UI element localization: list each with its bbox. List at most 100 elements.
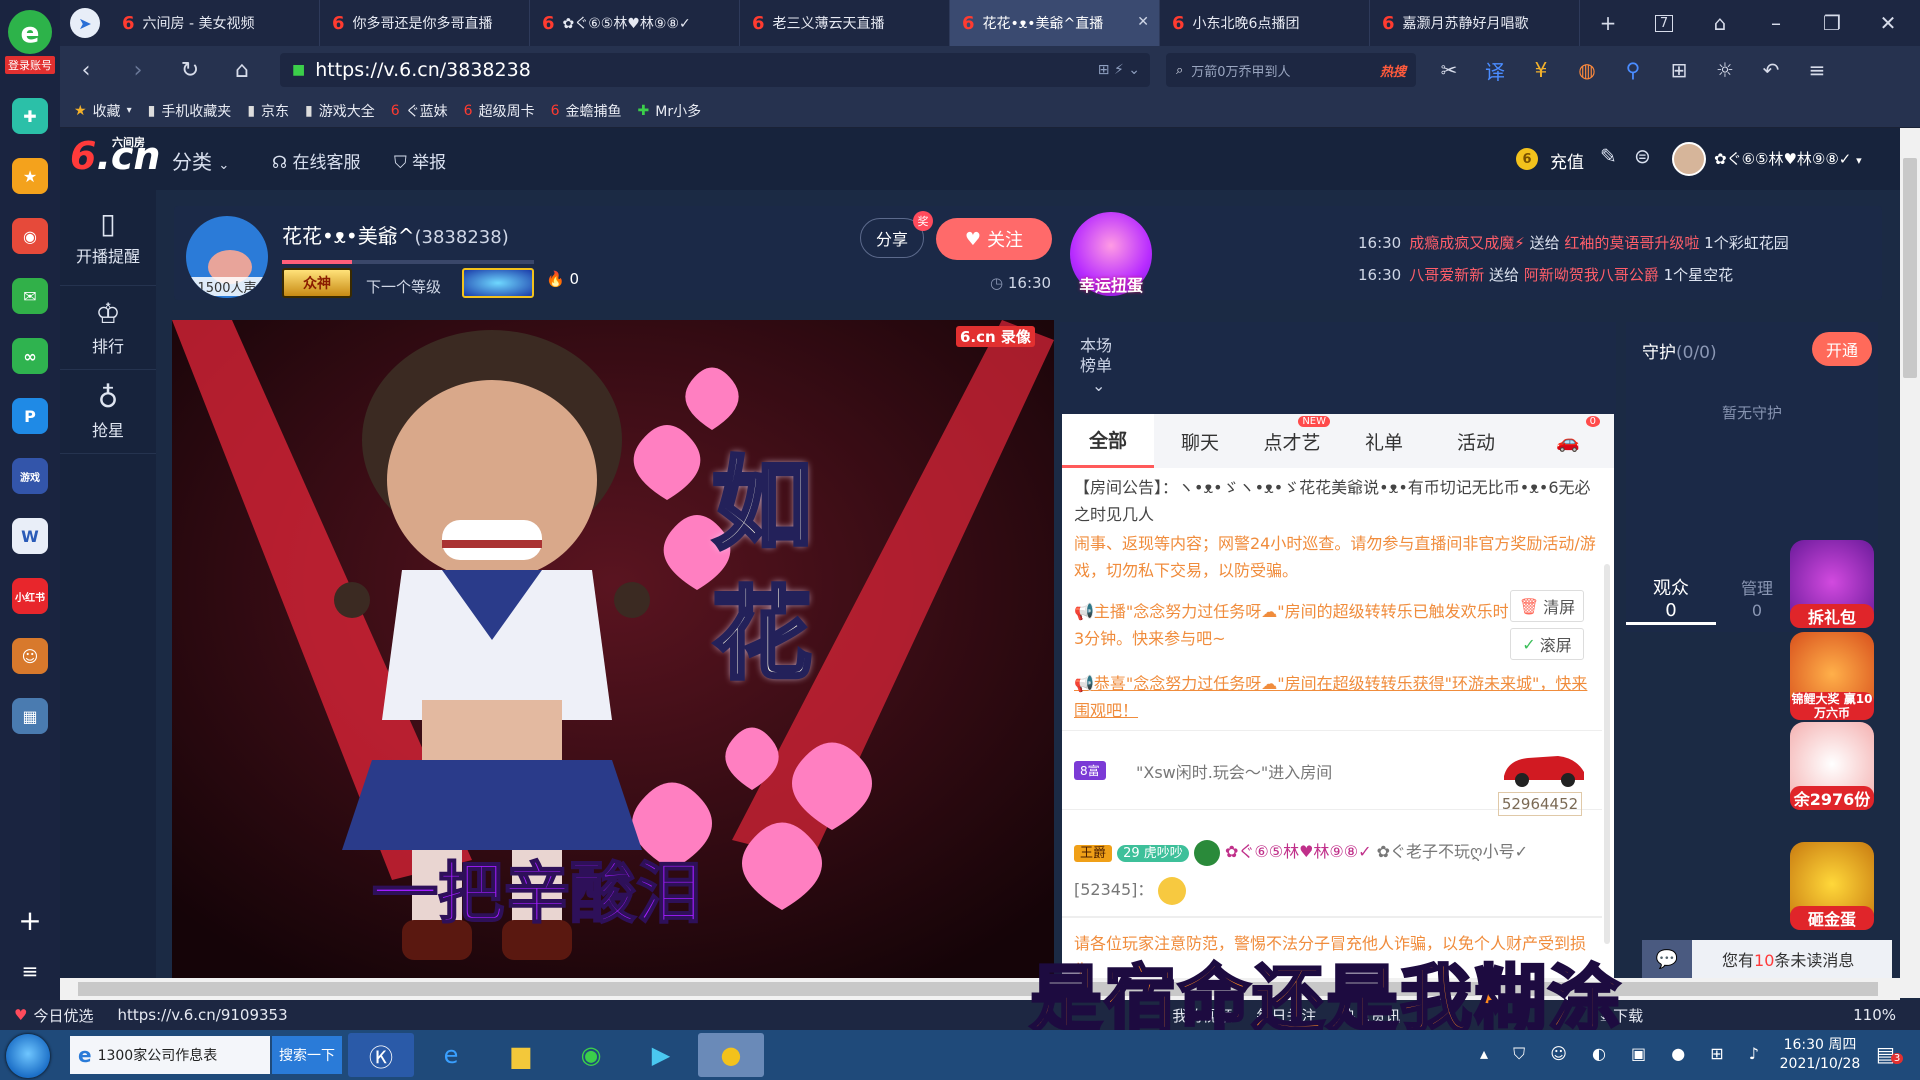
bookmark-mrxiaoduo[interactable]: ✚ Mr小多	[638, 101, 702, 121]
address-tools-icon[interactable]: ⊞ ⚡ ⌄	[1098, 62, 1140, 78]
coin-icon[interactable]: ¥	[1518, 58, 1564, 82]
video-player[interactable]: 6.cn 录像 如 花 一把辛酸泪	[172, 320, 1054, 980]
home-icon[interactable]: ⌂	[216, 58, 268, 83]
ie-browser-icon[interactable]: e	[418, 1033, 484, 1077]
today-picks-link[interactable]: 今日优选	[33, 1005, 93, 1026]
telegram-icon[interactable]: ➤	[60, 0, 110, 46]
tab-talent[interactable]: 点才艺 NEW	[1246, 414, 1338, 468]
restore-icon[interactable]: ❐	[1804, 0, 1860, 46]
recharge-link[interactable]: 充值	[1550, 148, 1584, 173]
site-logo[interactable]: 6.cn 六间房	[70, 134, 160, 178]
user-avatar[interactable]	[1672, 142, 1706, 176]
add-app-icon[interactable]: +	[18, 904, 41, 937]
close-window-icon[interactable]: ✕	[1860, 0, 1916, 46]
p-app-icon[interactable]: P	[12, 398, 48, 434]
video-player-icon[interactable]: ▶	[628, 1033, 694, 1077]
lucky-capsule-button[interactable]: 幸运扭蛋	[1070, 212, 1152, 296]
nav-ranking[interactable]: ♔ 排行	[60, 286, 156, 370]
anchor-avatar[interactable]: 1500人声	[186, 216, 268, 298]
lucky-cat-promo[interactable]: 余2976份	[1790, 722, 1874, 810]
tab-5-active[interactable]: 6 花花•ᴥ•美爺^直播 ✕	[950, 0, 1160, 46]
forward-icon[interactable]: ›	[112, 58, 164, 83]
tab-1[interactable]: 6 六间房 - 美女视频	[110, 0, 320, 46]
report-link[interactable]: ⛉ 举报	[394, 148, 446, 173]
bookmark-fishing[interactable]: 6 金蟾捕鱼	[551, 101, 622, 121]
menu-list-icon[interactable]: ≡	[22, 959, 39, 983]
plus-app-icon[interactable]: ✚	[12, 98, 48, 134]
bookmark-weekcard[interactable]: 6 超级周卡	[464, 101, 535, 121]
close-tab-icon[interactable]: ✕	[1137, 14, 1149, 30]
page-horizontal-scrollbar[interactable]	[60, 978, 1900, 1000]
tab-car[interactable]: 🚗 0	[1522, 414, 1614, 468]
message-sender[interactable]: ✿ぐ⑥⑤林♥林⑨⑧✓	[1225, 842, 1372, 861]
unread-messages-bar[interactable]: 💬 您有10条未读消息	[1642, 940, 1892, 978]
avatar-game-icon[interactable]: ☺	[12, 638, 48, 674]
category-menu[interactable]: 分类 ⌄	[172, 146, 229, 175]
k-app-icon[interactable]: Ⓚ	[348, 1033, 414, 1077]
taskbar-clock[interactable]: 16:30 周四 2021/10/28	[1770, 1036, 1870, 1074]
minimize-icon[interactable]: –	[1748, 0, 1804, 46]
ie-task[interactable]: e 1300家公司作息表	[70, 1036, 270, 1074]
new-tab-icon[interactable]: +	[1580, 0, 1636, 46]
nav-live-reminder[interactable]: ▯ 开播提醒	[60, 190, 156, 286]
reload-icon[interactable]: ↻	[164, 58, 216, 83]
open-guard-button[interactable]: 开通	[1812, 332, 1872, 366]
share-button[interactable]: 分享奖	[860, 211, 933, 258]
map-game-icon[interactable]: ▦	[12, 698, 48, 734]
taskbar-search-button[interactable]: 搜索一下	[272, 1036, 342, 1074]
online-service-link[interactable]: ☊ 在线客服	[272, 148, 361, 173]
ranking-tab[interactable]: 本场榜单 ⌄	[1080, 336, 1120, 396]
tab-gift-list[interactable]: 礼单	[1338, 414, 1430, 468]
gift-pack-promo[interactable]: 拆礼包	[1790, 540, 1874, 628]
tab-all[interactable]: 全部	[1062, 414, 1154, 468]
folder-icon[interactable]: ▆	[488, 1033, 554, 1077]
green-browser-icon[interactable]: ◉	[558, 1033, 624, 1077]
system-tray-icons[interactable]: ▴ ⛉ ☺ ◐ ▣ ● ⊞ ♪	[1480, 1044, 1769, 1064]
bookmark-mobile[interactable]: ▮ 手机收藏夹	[148, 101, 232, 121]
tab-count-icon[interactable]: 7	[1636, 0, 1692, 46]
search-input[interactable]: ⌕ 万箭0万乔甲到人 热搜	[1166, 53, 1416, 87]
bookmark-games[interactable]: ▮ 游戏大全	[305, 101, 375, 121]
tab-6[interactable]: 6 小东北晚6点播团	[1160, 0, 1370, 46]
undo-icon[interactable]: ↶	[1748, 58, 1794, 82]
magnifier-icon[interactable]: ⚲	[1610, 58, 1656, 82]
notification-icon[interactable]: ▤3	[1876, 1042, 1904, 1066]
word-app-icon[interactable]: W	[12, 518, 48, 554]
star-app-icon[interactable]: ★	[12, 158, 48, 194]
nav-grab-star[interactable]: ♁ 抢星	[60, 370, 156, 454]
message-icon[interactable]: ⊜	[1634, 144, 1651, 168]
bookmark-lanmei[interactable]: 6 ぐ蓝妹	[391, 101, 448, 121]
bookmark-jd[interactable]: ▮ 京东	[247, 101, 289, 121]
browser-logo-icon[interactable]: e	[8, 10, 52, 54]
page-vertical-scrollbar[interactable]	[1900, 128, 1920, 998]
edit-icon[interactable]: ✎	[1600, 144, 1617, 168]
koi-promo[interactable]: 锦鲤大奖 赢10万六币	[1790, 632, 1874, 720]
brightness-icon[interactable]: ☼	[1702, 58, 1748, 82]
weibo-icon[interactable]: ◉	[12, 218, 48, 254]
user-name-menu[interactable]: ✿ぐ⑥⑤林♥林⑨⑧✓ ▾	[1714, 148, 1862, 169]
admin-tab[interactable]: 管理 0	[1712, 578, 1802, 622]
live-app-icon[interactable]: ●	[698, 1033, 764, 1077]
tab-3[interactable]: 6 ✿ぐ⑥⑤林♥林⑨⑧✓	[530, 0, 740, 46]
audience-tab[interactable]: 观众 0	[1626, 578, 1716, 625]
gamepad-icon[interactable]: ◍	[1564, 58, 1610, 82]
message-recipient[interactable]: ✿ぐ老子不玩ღ小号✓	[1377, 842, 1528, 861]
scrollbar-thumb[interactable]	[1903, 158, 1917, 378]
zoom-level[interactable]: 110%	[1853, 1006, 1896, 1024]
clear-screen-button[interactable]: 🗑 清屏	[1510, 590, 1584, 622]
back-icon[interactable]: ‹	[60, 58, 112, 83]
url-input[interactable]: ■ https://v.6.cn/3838238 ⊞ ⚡ ⌄	[280, 53, 1150, 87]
tab-chat[interactable]: 聊天	[1154, 414, 1246, 468]
follow-button[interactable]: ♥ 关注	[936, 218, 1052, 260]
scissors-icon[interactable]: ✂	[1426, 58, 1472, 82]
game-app-icon[interactable]: 游戏	[12, 458, 48, 494]
golden-egg-promo[interactable]: 砸金蛋	[1790, 842, 1874, 930]
chat-scrollbar[interactable]	[1604, 564, 1610, 944]
grid-icon[interactable]: ⊞	[1656, 58, 1702, 82]
system-message-2[interactable]: 📢恭喜"念念努力过任务呀☁"房间在超级转转乐获得"环游未来城"，快来围观吧！	[1074, 670, 1598, 724]
translate-icon[interactable]: 译	[1472, 56, 1518, 85]
menu-icon[interactable]: ≡	[1794, 58, 1840, 82]
start-button[interactable]	[6, 1034, 50, 1078]
login-account-button[interactable]: 登录账号	[5, 56, 55, 74]
tab-2[interactable]: 6 你多哥还是你多哥直播	[320, 0, 530, 46]
